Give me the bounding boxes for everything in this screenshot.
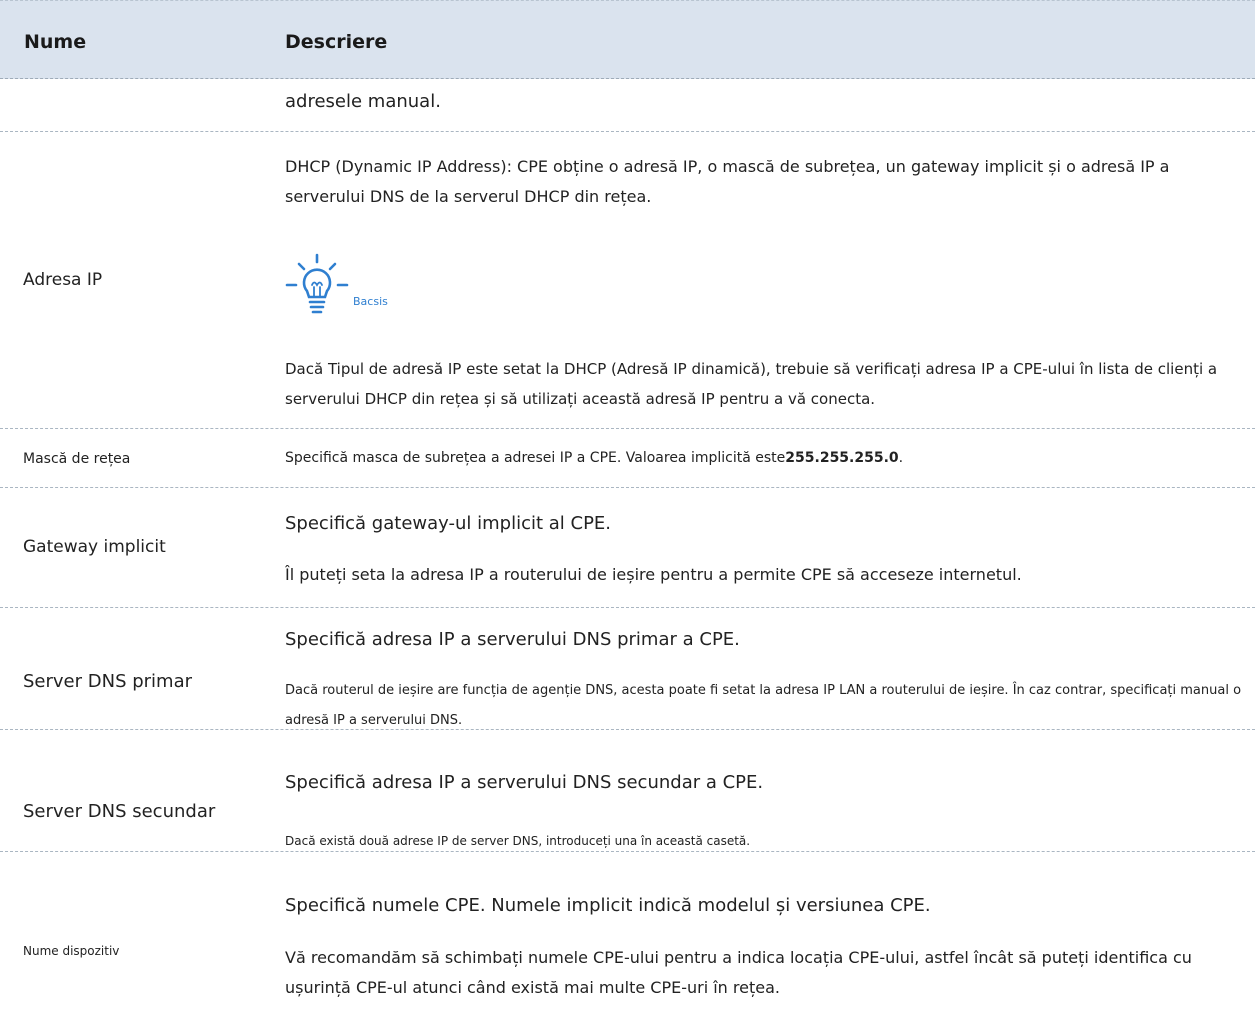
row-description-note: Dacă routerul de ieșire are funcția de a… (285, 683, 1242, 728)
header-name: Nume (24, 31, 87, 53)
table-row: Nume dispozitiv Specifică numele CPE. Nu… (0, 852, 1255, 1019)
row-description: Specifică numele CPE. Numele implicit in… (285, 895, 931, 916)
row-name-gateway: Gateway implicit (23, 537, 166, 557)
row-name-netmask: Mască de rețea (23, 451, 131, 467)
row-description: Specifică masca de subrețea a adresei IP… (285, 450, 1245, 466)
row-description: adresele manual. (285, 91, 441, 112)
row-description: Specifică adresa IP a serverului DNS sec… (285, 772, 764, 793)
table-header: Nume Descriere (0, 0, 1255, 79)
tip-callout: Bacsis (285, 247, 485, 317)
row-name-primary-dns: Server DNS primar (23, 671, 193, 692)
row-description-note: Îl puteți seta la adresa IP a routerului… (285, 565, 1022, 584)
table-row: Server DNS primar Specifică adresa IP a … (0, 608, 1255, 730)
row-description: Specifică gateway-ul implicit al CPE. (285, 513, 612, 534)
row-description-note: Vă recomandăm să schimbați numele CPE-ul… (285, 948, 1192, 997)
row-name-ip-address: Adresa IP (23, 270, 103, 290)
table-row: Server DNS secundar Specifică adresa IP … (0, 730, 1255, 852)
row-description-note: Dacă Tipul de adresă IP este setat la DH… (285, 360, 1218, 408)
description-suffix: . (898, 450, 904, 466)
row-description-note: Dacă există două adrese IP de server DNS… (285, 834, 751, 848)
table-row: Mască de rețea Specifică masca de subreț… (0, 429, 1255, 488)
description-text: Specifică masca de subrețea a adresei IP… (285, 450, 786, 466)
row-name-secondary-dns: Server DNS secundar (23, 801, 216, 822)
row-name-device-name: Nume dispozitiv (23, 944, 120, 958)
tip-label: Bacsis (353, 295, 388, 308)
row-description: DHCP (Dynamic IP Address): CPE obține o … (285, 157, 1170, 206)
row-description: Specifică adresa IP a serverului DNS pri… (285, 629, 740, 650)
table-row: Gateway implicit Specifică gateway-ul im… (0, 488, 1255, 608)
table-row: adresele manual. (0, 79, 1255, 132)
lightbulb-icon (285, 253, 349, 314)
header-description: Descriere (285, 31, 388, 53)
default-netmask-value: 255.255.255.0 (785, 450, 899, 466)
